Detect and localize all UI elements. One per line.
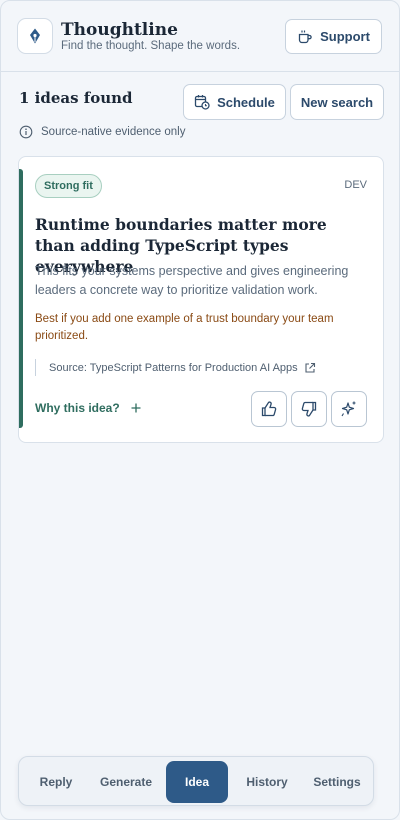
results-bar: 1 ideas found Schedule New search Source… [1, 72, 399, 160]
nav-settings[interactable]: Settings [305, 761, 369, 803]
new-search-button[interactable]: New search [290, 84, 384, 120]
why-label: Why this idea? [35, 401, 120, 415]
results-title: 1 ideas found [19, 89, 133, 107]
calendar-clock-icon [194, 95, 210, 110]
support-label: Support [320, 29, 370, 44]
coffee-cup-icon [298, 30, 312, 43]
sparkles-icon [341, 401, 356, 417]
thumbs-up-button[interactable] [251, 391, 287, 427]
thumbs-down-icon [301, 401, 317, 417]
bottom-nav: Reply Generate Idea History Settings [18, 756, 374, 806]
idea-card: Strong fit DEV Runtime boundaries matter… [18, 156, 384, 443]
idea-description: This fits your systems perspective and g… [35, 264, 349, 297]
nav-reply[interactable]: Reply [25, 761, 87, 803]
app-header: Thoughtline Find the thought. Shape the … [1, 1, 399, 72]
ai-refine-button[interactable] [331, 391, 367, 427]
app-window: Thoughtline Find the thought. Shape the … [0, 0, 400, 820]
new-search-label: New search [300, 94, 374, 110]
nav-history-label: History [246, 775, 288, 789]
nav-idea[interactable]: Idea [166, 761, 228, 803]
nav-generate-label: Generate [99, 775, 153, 789]
app-tagline: Find the thought. Shape the words. [61, 39, 241, 52]
fit-badge: Strong fit [35, 174, 102, 198]
evidence-note-text: Source-native evidence only [41, 126, 186, 138]
fit-accent-bar [19, 169, 23, 428]
app-logo [17, 18, 53, 54]
nav-history[interactable]: History [234, 761, 300, 803]
platform-tag: DEV [344, 179, 367, 191]
app-name: Thoughtline [61, 19, 178, 40]
info-icon [19, 125, 33, 139]
evidence-note: Source-native evidence only [19, 125, 185, 139]
source-text: Source: TypeScript Patterns for Producti… [49, 361, 298, 374]
schedule-button[interactable]: Schedule [183, 84, 286, 120]
schedule-label: Schedule [217, 94, 275, 110]
support-button[interactable]: Support [285, 19, 382, 54]
thumbs-down-button[interactable] [291, 391, 327, 427]
plus-icon [131, 403, 141, 413]
nav-settings-label: Settings [313, 775, 361, 789]
external-link-icon [305, 362, 315, 373]
nav-idea-label: Idea [184, 775, 209, 789]
thumbs-up-icon [261, 401, 277, 417]
idea-source-link[interactable]: Source: TypeScript Patterns for Producti… [35, 359, 316, 376]
idea-tip: Best if you add one example of a trust b… [35, 313, 334, 342]
why-this-idea-toggle[interactable]: Why this idea? [35, 401, 142, 415]
nav-generate[interactable]: Generate [93, 761, 159, 803]
pen-nib-icon [30, 28, 40, 44]
nav-reply-label: Reply [39, 775, 73, 789]
brand: Thoughtline Find the thought. Shape the … [61, 20, 240, 53]
